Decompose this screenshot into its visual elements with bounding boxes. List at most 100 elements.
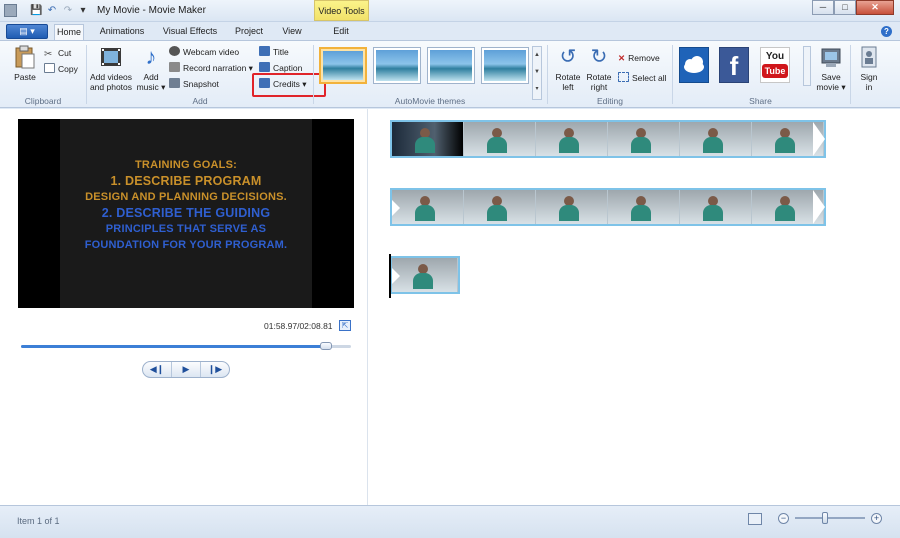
caption-icon: [259, 62, 270, 72]
storyboard[interactable]: [369, 109, 900, 505]
customize-qat-icon[interactable]: ▾: [77, 5, 89, 17]
help-icon[interactable]: ?: [881, 26, 892, 37]
window-title: My Movie - Movie Maker: [97, 5, 206, 16]
add-videos-button[interactable]: Add videos and photos: [87, 45, 135, 92]
person-body-shape: [630, 137, 651, 153]
main-area: TRAINING GOALS: 1. DESCRIBE PROGRAM DESI…: [0, 109, 900, 505]
add-videos-label-2: and photos: [89, 82, 133, 92]
share-gallery-scroll[interactable]: [803, 46, 811, 86]
add-group-label: Add: [192, 96, 208, 106]
video-preview[interactable]: TRAINING GOALS: 1. DESCRIBE PROGRAM DESI…: [18, 119, 354, 308]
gallery-scroll-down-icon[interactable]: ▼: [533, 64, 541, 81]
remove-button[interactable]: ✕ Remove: [618, 51, 660, 65]
title-button[interactable]: Title: [259, 45, 289, 59]
app-icon[interactable]: [4, 4, 17, 17]
webcam-label: Webcam video: [183, 47, 240, 57]
theme-preview-image: [376, 50, 418, 81]
record-narration-button[interactable]: Record narration ▾: [169, 61, 253, 75]
person-body-shape: [702, 137, 723, 153]
redo-icon[interactable]: ↷: [62, 5, 74, 17]
file-menu-button[interactable]: ▤ ▾: [6, 24, 48, 39]
theme-gallery-scroll[interactable]: ▲ ▼ ▾: [532, 46, 542, 100]
seek-bar[interactable]: [21, 342, 351, 350]
theme-thumbnail[interactable]: [481, 47, 529, 84]
rotate-left-label-2: left: [562, 82, 574, 92]
playhead[interactable]: [389, 254, 391, 298]
snapshot-button[interactable]: Snapshot: [169, 77, 219, 91]
remove-label: Remove: [628, 53, 660, 63]
youtube-share-tile[interactable]: You Tube: [760, 47, 790, 83]
strip-continue-arrow: [813, 122, 825, 156]
thumbnail-size-icon[interactable]: [748, 513, 762, 525]
add-music-label-2: music ▾: [136, 82, 166, 92]
theme-thumbnail[interactable]: [319, 47, 367, 84]
caption-label: Caption: [273, 63, 303, 73]
ribbon: Paste ✂ Cut Copy Clipboard Add videos and…: [0, 40, 900, 108]
theme-preview-image: [430, 50, 472, 81]
zoom-slider[interactable]: [795, 512, 865, 524]
previous-frame-button[interactable]: ◀❙: [143, 362, 172, 377]
tab-visual-effects[interactable]: Visual Effects: [160, 24, 220, 40]
tab-animations[interactable]: Animations: [96, 24, 148, 40]
gallery-scroll-up-icon[interactable]: ▲: [533, 47, 541, 64]
playback-controls: ◀❙ ▶ ❙▶: [142, 361, 230, 378]
youtube-tube-text: Tube: [762, 64, 788, 78]
storyboard-clip[interactable]: [390, 188, 826, 226]
rotate-right-button[interactable]: ↻ Rotate right: [583, 45, 615, 92]
person-body-shape: [412, 273, 433, 289]
facebook-share-tile[interactable]: f: [719, 47, 749, 83]
clip-frame-thumbnail: [536, 122, 608, 156]
zoom-in-button[interactable]: +: [871, 513, 882, 524]
title-label: Title: [273, 47, 289, 57]
undo-icon[interactable]: ↶: [46, 5, 58, 17]
preview-pane: TRAINING GOALS: 1. DESCRIBE PROGRAM DESI…: [0, 109, 368, 505]
window-controls: ─ □ ✕: [812, 0, 894, 15]
tab-edit[interactable]: Edit: [325, 24, 357, 40]
onedrive-share-tile[interactable]: [679, 47, 709, 83]
zoom-out-button[interactable]: −: [778, 513, 789, 524]
clip-frame-thumbnail: [536, 190, 608, 224]
theme-thumbnail[interactable]: [427, 47, 475, 84]
paste-button[interactable]: Paste: [10, 45, 40, 82]
tab-view[interactable]: View: [278, 24, 306, 40]
share-group-label: Share: [749, 96, 772, 106]
select-all-icon: [618, 72, 629, 82]
add-music-button[interactable]: ♪ Add music ▾: [135, 45, 167, 93]
theme-thumbnail[interactable]: [373, 47, 421, 84]
webcam-video-button[interactable]: Webcam video: [169, 45, 239, 59]
person-body-shape: [486, 205, 507, 221]
next-frame-button[interactable]: ❙▶: [201, 362, 229, 377]
fullscreen-icon[interactable]: ⇱: [339, 320, 351, 331]
automovie-themes-group: ▲ ▼ ▾ AutoMovie themes: [314, 41, 546, 108]
theme-preview-image: [323, 51, 363, 80]
maximize-button[interactable]: □: [834, 0, 856, 15]
minimize-button[interactable]: ─: [812, 0, 834, 15]
rotate-right-label-2: right: [590, 82, 608, 92]
storyboard-clip[interactable]: [390, 256, 460, 294]
seek-bar-thumb[interactable]: [319, 342, 332, 350]
select-all-button[interactable]: Select all: [618, 71, 667, 85]
rotate-right-label-1: Rotate: [586, 72, 612, 82]
cut-button[interactable]: ✂ Cut: [44, 46, 71, 60]
rotate-left-button[interactable]: ↺ Rotate left: [552, 45, 584, 92]
save-movie-label-1: Save: [821, 72, 841, 82]
tab-home[interactable]: Home: [54, 24, 84, 40]
clipboard-group: Paste ✂ Cut Copy Clipboard: [0, 41, 86, 108]
play-button[interactable]: ▶: [172, 362, 201, 377]
webcam-icon: [169, 46, 180, 56]
copy-button[interactable]: Copy: [44, 62, 78, 76]
sign-in-button[interactable]: Sign in: [853, 45, 885, 92]
save-movie-button[interactable]: Save movie ▾: [814, 45, 848, 92]
share-group: f You Tube Save movie ▾ Share: [673, 41, 848, 108]
zoom-slider-thumb[interactable]: [822, 512, 829, 524]
add-videos-label-1: Add videos: [89, 72, 133, 82]
storyboard-clip[interactable]: [390, 120, 826, 158]
camera-icon: [169, 78, 180, 88]
close-button[interactable]: ✕: [856, 0, 894, 15]
save-icon[interactable]: 💾: [30, 5, 42, 17]
tab-project[interactable]: Project: [232, 24, 266, 40]
preview-text-line: 1. DESCRIBE PROGRAM: [110, 174, 262, 188]
video-frame-content: TRAINING GOALS: 1. DESCRIBE PROGRAM DESI…: [60, 119, 312, 308]
video-tools-context-header: Video Tools: [314, 0, 369, 21]
preview-text-line: TRAINING GOALS:: [135, 159, 237, 171]
